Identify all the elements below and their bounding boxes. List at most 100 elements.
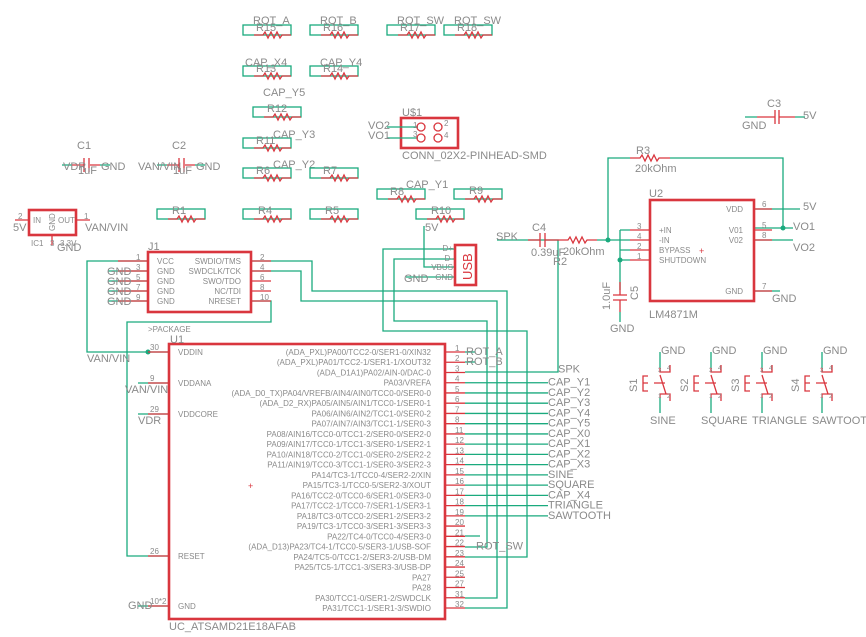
part-name: R14: [323, 63, 343, 75]
pin-number: 18: [455, 498, 464, 507]
part-name: R13: [256, 63, 276, 75]
resistor-r6[interactable]: CAP_Y2 R6: [242, 159, 315, 182]
net-label: SAWTOOTH: [812, 415, 866, 427]
net-label: GND: [128, 600, 153, 612]
resistor-r16[interactable]: ROT_B R16: [309, 15, 359, 39]
pin-label: (ADA_D13)PA23/TC4-1/TCC0-5/SER3-1/USB-SO…: [248, 543, 431, 552]
pin-label: SWDIO/TMS: [195, 257, 241, 266]
resistor-r12[interactable]: CAP_Y5 R12: [252, 87, 305, 121]
schematic-canvas[interactable]: ROT_A R15 ROT_B R16 ROT_SW R17 ROT_SW R1…: [0, 0, 866, 637]
resistor-r17[interactable]: ROT_SW R17: [386, 15, 445, 39]
net-label: VO1: [368, 130, 390, 142]
part-name: C3: [767, 98, 781, 110]
pin-number: 3: [413, 130, 418, 139]
net-label: VO1: [793, 221, 815, 233]
pin-label: PA14/TC3-1/TCC0-4/SER2-2/XIN: [312, 471, 432, 480]
part-name: U2: [649, 188, 663, 200]
pin-label: V02: [729, 236, 744, 245]
pin-number: 6: [762, 200, 767, 209]
capacitor-c4[interactable]: C4 0.39uF: [528, 222, 566, 259]
resistor-r15[interactable]: ROT_A R15: [242, 15, 292, 39]
net-label: 5V: [13, 222, 27, 234]
net-label-gnd: GND: [107, 296, 132, 308]
pin-number: 1: [709, 394, 713, 400]
amplifier-u2[interactable]: U2 LM4871M + +IN 3 -IN 4 BYPASS 2 SHUTDOWN 1 VDD…: [630, 188, 817, 321]
switch-symbol: [693, 365, 722, 401]
pin-label: GND: [157, 277, 175, 286]
pin-number: 9: [150, 374, 155, 383]
capacitor-c2[interactable]: C2 VAN/VIN GND 1uF: [138, 140, 221, 177]
resistor-r1[interactable]: R1: [156, 205, 206, 223]
net-label: VAN/VIN: [125, 384, 168, 396]
pin-label: PA28: [412, 584, 432, 593]
usb-connector[interactable]: USB D+ D- VBUS GND 5V GND: [404, 222, 478, 287]
push-button-s1[interactable]: GNDSINES13 41 2: [628, 345, 686, 427]
part-name: R6: [256, 165, 270, 177]
microcontroller-u1[interactable]: >PACKAGE U1 UC_ATSAMD21E18AFAB + VDDIN 30…: [87, 325, 611, 633]
part-name: R2: [553, 256, 567, 268]
net-label: VO2: [793, 242, 815, 254]
resistor-r10[interactable]: R10: [415, 205, 465, 223]
voltage-regulator-ic1[interactable]: IN OUT GND 2 1 5V VAN/VIN IC1 3 3.3V GND: [13, 208, 128, 254]
resistor-r13[interactable]: CAP_X4 R13: [242, 57, 292, 80]
resistor-r18[interactable]: ROT_SW R18: [443, 15, 502, 39]
resistor-r4[interactable]: R4: [242, 205, 292, 223]
part-name: R12: [267, 103, 287, 115]
pin-label: GND: [435, 273, 453, 282]
net-label: SAWTOOTH: [548, 510, 611, 522]
pin-number: 2: [637, 242, 642, 251]
net-label: ROT_SW: [476, 541, 524, 553]
net-label: VAN/VIN: [85, 222, 128, 234]
pin-number: 4: [444, 131, 449, 140]
pin-label: PA30/TCC1-0/SER1-2/SWDCLK: [315, 594, 432, 603]
pin-label: PA31/TCC1-1/SER1-3/SWDIO: [322, 604, 431, 613]
pin-number: 1: [455, 344, 460, 353]
pin-number: 3: [820, 368, 824, 374]
resistor-r9[interactable]: R9: [453, 185, 503, 203]
pin-label: (ADA_PXL)PA01/TCC2-1/SER1-1/XOUT32: [277, 358, 432, 367]
net-label: CAP_Y2: [273, 159, 315, 171]
pin-number: 4: [260, 263, 265, 272]
swd-connector-j1[interactable]: J1 VCC1GND3GNDGND5GNDGND7GNDGND9GNDSWDIO…: [107, 241, 271, 314]
part-name: R8: [390, 186, 404, 198]
resistor-r7[interactable]: R7: [309, 165, 359, 182]
pin-gnd: GND: [48, 213, 57, 231]
pin-number: 3: [658, 368, 662, 374]
pin-number: 3: [50, 239, 55, 248]
part-name: R10: [431, 205, 451, 217]
pin-number: 2: [455, 354, 460, 363]
resistor-r3[interactable]: R3 20kOhm: [630, 145, 677, 175]
value-label: 1uF: [173, 165, 192, 177]
pin-number: 31: [455, 590, 464, 599]
pin-number: 10: [260, 293, 269, 302]
pin-number: 8: [260, 283, 265, 292]
switch-symbol: [744, 365, 773, 401]
pin-label: PA19/TC3-1/TCC0-3/SER1-3/SER3-3: [297, 522, 432, 531]
resistor-r11[interactable]: CAP_Y3 R11: [242, 129, 315, 152]
pin-number: 32: [455, 600, 464, 609]
pin-label: PA25/TC5-1/TCC1-3/SER3-3/USB-DP: [295, 563, 431, 572]
pin-label: (ADA_PXL)PA00/TCC2-0/SER1-0/XIN32: [286, 348, 432, 357]
pin-label: GND: [157, 297, 175, 306]
capacitor-c5[interactable]: C5 1.0uF GND: [601, 282, 641, 335]
pin-number: 3: [709, 368, 713, 374]
net-label: SINE: [650, 415, 676, 427]
resistor-r8[interactable]: CAP_Y1 R8: [376, 179, 448, 203]
capacitor-c3[interactable]: C3 GND 5V: [742, 98, 817, 132]
pin-number: 17: [455, 487, 464, 496]
resistor-r14[interactable]: CAP_Y4 R14: [309, 57, 362, 80]
net-label: CAP_Y5: [263, 87, 305, 99]
pin-number: 4: [637, 232, 642, 241]
pin-number: 2: [444, 119, 449, 128]
pin-label: PA06/AIN6/AIN2/TCC1-0/SER0-2: [312, 409, 432, 418]
pin-label: PA17/TCC2-1/TCC0-7/SER1-1/SER3-1: [291, 502, 431, 511]
resistor-r5[interactable]: R5: [309, 205, 359, 223]
pin-number: 24: [455, 559, 464, 568]
net-label: SQUARE: [701, 415, 747, 427]
pin-number: 3: [637, 222, 642, 231]
pin-label: VDD: [726, 205, 743, 214]
pin-number: 25: [455, 569, 464, 578]
pin-header-us1[interactable]: 1 2 3 4 U$1 CONN_02X2-PINHEAD-SMD VO2 VO…: [368, 107, 547, 162]
pin-label: GND: [157, 287, 175, 296]
capacitor-c1[interactable]: C1 VDR GND 1uF: [62, 140, 126, 177]
